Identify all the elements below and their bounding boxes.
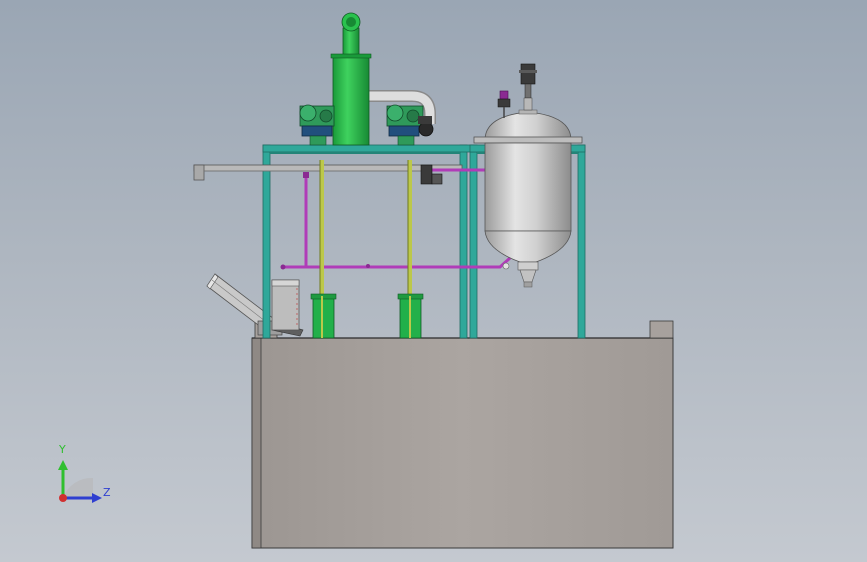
tank-nozzle-box xyxy=(649,320,674,339)
x-axis-dot-icon xyxy=(59,494,67,502)
pressure-vessel[interactable] xyxy=(473,109,583,288)
y-axis-label: Y xyxy=(59,443,66,456)
pump-left[interactable] xyxy=(310,293,337,339)
z-axis-arrow-icon xyxy=(92,493,102,503)
feed-hopper[interactable] xyxy=(271,279,300,331)
cad-viewport[interactable]: Y Z xyxy=(0,0,867,562)
assembly-scene[interactable] xyxy=(0,0,867,562)
green-column[interactable] xyxy=(330,12,372,146)
vessel-sensor[interactable] xyxy=(497,90,511,118)
gear-motor-left[interactable] xyxy=(299,104,335,146)
pump-right[interactable] xyxy=(397,293,424,339)
base-tank[interactable] xyxy=(251,320,674,549)
y-axis-arrow-icon xyxy=(58,460,68,470)
yellow-shafts xyxy=(320,160,412,338)
axis-triad xyxy=(58,460,102,503)
z-axis-label: Z xyxy=(103,486,111,499)
agitator-motor[interactable] xyxy=(519,63,537,111)
